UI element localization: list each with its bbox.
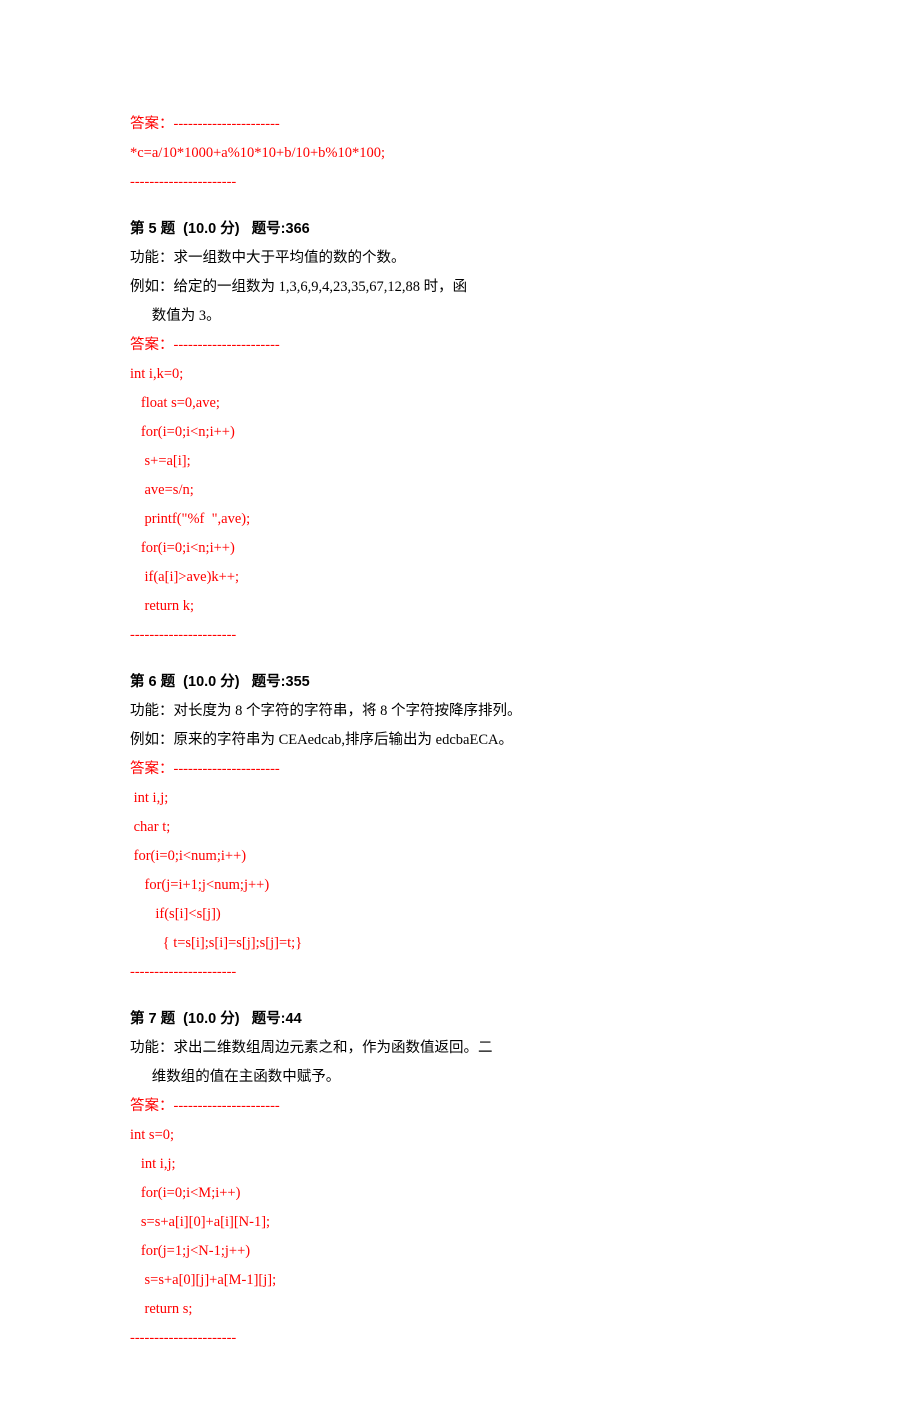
answer-label: 答案：---------------------- — [130, 755, 790, 784]
answer-label: 答案：---------------------- — [130, 110, 790, 139]
question-desc: 例如：原来的字符串为 CEAedcab,排序后输出为 edcbaECA。 — [130, 726, 790, 755]
answer-code: s+=a[i]; — [130, 447, 790, 476]
answer-code: for(j=i+1;j<num;j++) — [130, 871, 790, 900]
page-container: 答案：---------------------- *c=a/10*1000+a… — [0, 0, 920, 1413]
answer-code: s=s+a[i][0]+a[i][N-1]; — [130, 1208, 790, 1237]
question-header: 第 5 题 (10.0 分) 题号:366 — [130, 215, 790, 244]
answer-code: int i,j; — [130, 1150, 790, 1179]
question-desc: 维数组的值在主函数中赋予。 — [130, 1063, 790, 1092]
answer-code: for(i=0;i<M;i++) — [130, 1179, 790, 1208]
answer-code: float s=0,ave; — [130, 389, 790, 418]
answer-code: for(i=0;i<n;i++) — [130, 534, 790, 563]
answer-label: 答案：---------------------- — [130, 331, 790, 360]
answer-code: if(a[i]>ave)k++; — [130, 563, 790, 592]
answer-code: int i,j; — [130, 784, 790, 813]
answer-code: printf("%f ",ave); — [130, 505, 790, 534]
separator: ---------------------- — [130, 621, 790, 650]
answer-code: return k; — [130, 592, 790, 621]
answer-code: int i,k=0; — [130, 360, 790, 389]
answer-code: s=s+a[0][j]+a[M-1][j]; — [130, 1266, 790, 1295]
answer-code: char t; — [130, 813, 790, 842]
question-desc: 例如：给定的一组数为 1,3,6,9,4,23,35,67,12,88 时，函 — [130, 273, 790, 302]
spacer — [130, 650, 790, 668]
question-header: 第 6 题 (10.0 分) 题号:355 — [130, 668, 790, 697]
answer-code: if(s[i]<s[j]) — [130, 900, 790, 929]
question-desc: 功能：对长度为 8 个字符的字符串，将 8 个字符按降序排列。 — [130, 697, 790, 726]
answer-code: return s; — [130, 1295, 790, 1324]
separator: ---------------------- — [130, 958, 790, 987]
spacer — [130, 197, 790, 215]
answer-code: ave=s/n; — [130, 476, 790, 505]
question-desc: 功能：求一组数中大于平均值的数的个数。 — [130, 244, 790, 273]
question-desc: 功能：求出二维数组周边元素之和，作为函数值返回。二 — [130, 1034, 790, 1063]
answer-code: for(i=0;i<n;i++) — [130, 418, 790, 447]
answer-code: for(j=1;j<N-1;j++) — [130, 1237, 790, 1266]
question-desc: 数值为 3。 — [130, 302, 790, 331]
question-header: 第 7 题 (10.0 分) 题号:44 — [130, 1005, 790, 1034]
answer-code: for(i=0;i<num;i++) — [130, 842, 790, 871]
spacer — [130, 987, 790, 1005]
separator: ---------------------- — [130, 168, 790, 197]
answer-label: 答案：---------------------- — [130, 1092, 790, 1121]
separator: ---------------------- — [130, 1324, 790, 1353]
answer-code: int s=0; — [130, 1121, 790, 1150]
answer-code: { t=s[i];s[i]=s[j];s[j]=t;} — [130, 929, 790, 958]
answer-code: *c=a/10*1000+a%10*10+b/10+b%10*100; — [130, 139, 790, 168]
